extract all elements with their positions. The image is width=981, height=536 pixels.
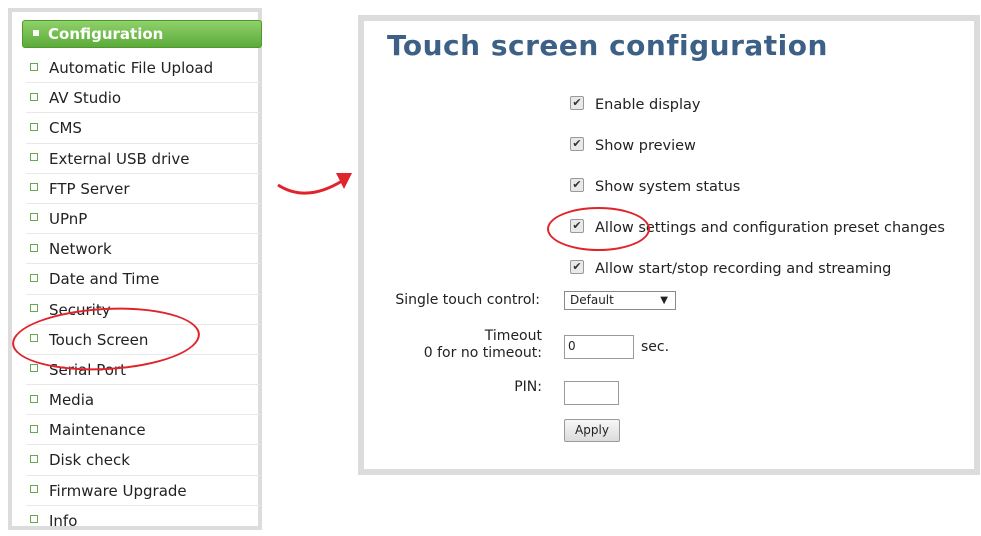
bullet-icon	[30, 153, 38, 162]
timeout-label: Timeout 0 for no timeout:	[424, 328, 542, 362]
highlight-circle-settings-checkbox	[547, 207, 650, 251]
sidebar-item-maintenance[interactable]: Maintenance	[26, 415, 260, 446]
sidebar-item-label: Info	[49, 511, 78, 530]
show-system-status-row: ✔ Show system status	[570, 178, 741, 199]
sidebar-item-upnp[interactable]: UPnP	[26, 204, 260, 235]
single-touch-control-select[interactable]: Default ▼	[564, 291, 676, 310]
pin-label: PIN:	[514, 379, 542, 395]
allow-recording-streaming-label: Allow start/stop recording and streaming	[595, 261, 892, 277]
sidebar-item-label: Network	[49, 240, 112, 259]
single-touch-control-label: Single touch control:	[395, 292, 540, 308]
bullet-icon	[30, 62, 38, 71]
sidebar-item-network[interactable]: Network	[26, 234, 260, 265]
sidebar-item-disk-check[interactable]: Disk check	[26, 445, 260, 476]
enable-display-checkbox[interactable]: ✔	[570, 96, 584, 110]
sidebar-menu: Automatic File Upload AV Studio CMS Exte…	[26, 53, 260, 536]
sidebar-item-automatic-file-upload[interactable]: Automatic File Upload	[26, 53, 260, 84]
timeout-label-line2: 0 for no timeout:	[423, 345, 542, 361]
bullet-icon	[30, 485, 38, 494]
enable-display-label: Enable display	[595, 97, 701, 113]
sidebar-item-av-studio[interactable]: AV Studio	[26, 83, 260, 114]
sidebar-item-firmware-upgrade[interactable]: Firmware Upgrade	[26, 476, 260, 506]
bullet-icon	[30, 364, 38, 373]
allow-recording-streaming-checkbox[interactable]: ✔	[570, 260, 584, 274]
show-system-status-checkbox[interactable]: ✔	[570, 178, 584, 192]
apply-button[interactable]: Apply	[564, 419, 620, 442]
sidebar-item-label: AV Studio	[49, 89, 122, 108]
bullet-icon	[30, 515, 38, 524]
sidebar-item-label: FTP Server	[49, 179, 130, 198]
single-touch-control-value: Default	[570, 293, 614, 307]
bullet-icon	[30, 243, 38, 252]
configuration-sidebar: Configuration Automatic File Upload AV S…	[8, 8, 262, 530]
enable-display-row: ✔ Enable display	[570, 96, 701, 117]
sidebar-item-ftp-server[interactable]: FTP Server	[26, 174, 260, 204]
sidebar-item-label: Maintenance	[49, 421, 146, 440]
square-bullet-icon	[33, 29, 39, 36]
bullet-icon	[30, 424, 38, 433]
show-preview-row: ✔ Show preview	[570, 137, 696, 158]
bullet-icon	[30, 304, 38, 312]
page-title: Touch screen configuration	[387, 29, 828, 62]
bullet-icon	[30, 122, 38, 131]
sidebar-item-label: Date and Time	[49, 270, 160, 289]
sidebar-item-label: Firmware Upgrade	[49, 481, 187, 500]
pin-input[interactable]	[564, 381, 619, 405]
sidebar-item-label: Automatic File Upload	[49, 59, 214, 77]
sidebar-item-cms[interactable]: CMS	[26, 113, 260, 144]
show-preview-checkbox[interactable]: ✔	[570, 137, 584, 151]
sidebar-header-configuration[interactable]: Configuration	[22, 20, 262, 48]
bullet-icon	[30, 92, 38, 101]
bullet-icon	[30, 394, 38, 403]
touch-screen-configuration-panel: Touch screen configuration ✔ Enable displ…	[358, 15, 980, 475]
timeout-label-line1: Timeout	[484, 328, 542, 344]
sidebar-item-info[interactable]: Info	[26, 506, 260, 536]
show-system-status-label: Show system status	[595, 179, 741, 195]
sidebar-item-label: Media	[49, 391, 95, 410]
show-preview-label: Show preview	[595, 138, 696, 154]
bullet-icon	[30, 454, 38, 463]
sidebar-item-media[interactable]: Media	[26, 385, 260, 416]
bullet-icon	[30, 273, 38, 282]
curved-arrow-icon	[277, 173, 352, 195]
bullet-icon	[30, 183, 38, 192]
timeout-input[interactable]: 0	[564, 335, 634, 359]
timeout-unit: sec.	[641, 339, 670, 355]
sidebar-item-external-usb-drive[interactable]: External USB drive	[26, 144, 260, 174]
sidebar-item-label: Disk check	[49, 451, 130, 470]
sidebar-item-date-and-time[interactable]: Date and Time	[26, 264, 260, 295]
dropdown-arrow-icon: ▼	[660, 295, 668, 306]
sidebar-item-label: External USB drive	[49, 149, 190, 168]
sidebar-header-label: Configuration	[48, 25, 164, 43]
sidebar-item-label: UPnP	[49, 209, 88, 228]
sidebar-item-label: CMS	[49, 119, 82, 138]
bullet-icon	[30, 213, 38, 222]
allow-recording-streaming-row: ✔ Allow start/stop recording and streamin…	[570, 260, 892, 281]
